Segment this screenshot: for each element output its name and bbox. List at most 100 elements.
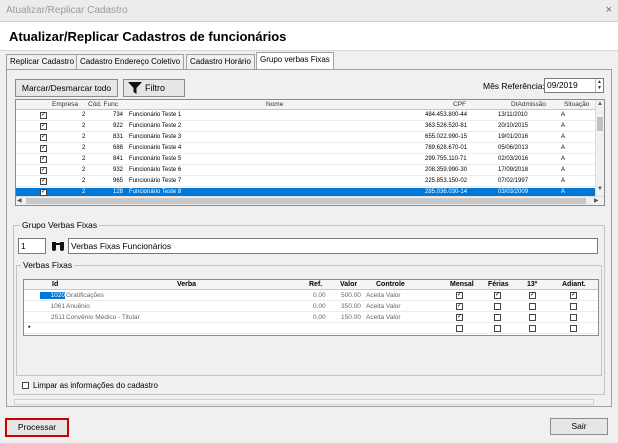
adiant-checkbox[interactable]: ✓ <box>570 292 577 299</box>
table-row[interactable]: ✓ 2 688 Funcionário Teste 4 789.628.670-… <box>16 144 596 154</box>
cell-nome: Funcionário Teste 6 <box>129 167 182 173</box>
cell-empresa: 2 <box>82 178 86 184</box>
adiant-checkbox[interactable] <box>570 314 577 321</box>
grupo-name-field[interactable]: Verbas Fixas Funcionários <box>68 238 598 254</box>
scroll-up-icon[interactable]: ▲ <box>597 101 603 107</box>
table-row[interactable]: ✓ 2 841 Funcionário Teste 5 299.755.110-… <box>16 155 596 165</box>
ferias-checkbox[interactable] <box>494 325 501 332</box>
cell-adm: 05/06/2013 <box>498 145 529 151</box>
cell-sit: A <box>561 189 566 195</box>
table-row[interactable]: ✓ 2 734 Funcionário Teste 1 484.453.800-… <box>16 111 596 121</box>
processar-button[interactable]: Processar <box>5 418 69 437</box>
cell-cpf: 655.022.990-15 <box>425 134 468 140</box>
row-checkbox[interactable]: ✓ <box>40 145 47 152</box>
scroll-down-icon[interactable]: ▼ <box>597 186 603 192</box>
decimo-checkbox[interactable] <box>529 314 536 321</box>
cell-empresa: 2 <box>82 112 86 118</box>
cell-cod: 734 <box>113 112 124 118</box>
mensal-checkbox[interactable]: ✓ <box>456 314 463 321</box>
mes-spinner[interactable]: ▲ ▼ <box>595 79 603 92</box>
verbas-title: Verbas Fixas <box>21 260 75 270</box>
table-row[interactable]: ✓ 2 831 Funcionário Teste 3 655.022.990-… <box>16 133 596 143</box>
row-checkbox[interactable]: ✓ <box>40 123 47 130</box>
decimo-checkbox[interactable]: ✓ <box>529 292 536 299</box>
cell-verba: Anuênio <box>66 303 90 310</box>
verba-row[interactable]: 1020 Gratificações 0.00 500.00 Aceita Va… <box>24 291 598 301</box>
verba-new-row[interactable]: * <box>24 324 598 334</box>
close-icon[interactable]: × <box>606 4 612 16</box>
cell-nome: Funcionário Teste 1 <box>129 112 182 118</box>
cell-ref: 0.00 <box>313 292 326 299</box>
mensal-checkbox[interactable] <box>456 325 463 332</box>
binoculars-icon[interactable] <box>51 240 65 251</box>
col-valor: Valor <box>340 281 358 288</box>
scroll-thumb[interactable] <box>26 198 586 204</box>
row-checkbox[interactable]: ✓ <box>40 189 47 196</box>
ferias-checkbox[interactable] <box>494 314 501 321</box>
cell-cod: 965 <box>113 178 124 184</box>
cell-empresa: 2 <box>82 123 86 129</box>
table-row[interactable]: ✓ 2 965 Funcionário Teste 7 225.853.150-… <box>16 177 596 187</box>
cell-cpf: 299.755.110-71 <box>425 156 467 162</box>
grupo-code-field[interactable]: 1 <box>18 238 46 254</box>
mensal-checkbox[interactable]: ✓ <box>456 303 463 310</box>
col-13: 13º <box>527 281 538 288</box>
row-checkbox[interactable]: ✓ <box>40 167 47 174</box>
col-situacao: Situação <box>564 101 590 108</box>
table-row[interactable]: ✓ 2 932 Funcionário Teste 6 208.359.990-… <box>16 166 596 176</box>
cell-sit: A <box>561 112 566 118</box>
adiant-checkbox[interactable] <box>570 303 577 310</box>
decimo-checkbox[interactable] <box>529 325 536 332</box>
table-row[interactable]: ✓ 2 922 Funcionário Teste 2 363.526.520-… <box>16 122 596 132</box>
new-row-indicator: * <box>28 325 31 332</box>
ferias-checkbox[interactable] <box>494 303 501 310</box>
row-checkbox[interactable]: ✓ <box>40 178 47 185</box>
scroll-right-icon[interactable]: ▶ <box>594 197 599 204</box>
tab-replicar-cadastro[interactable]: Replicar Cadastro <box>6 54 79 70</box>
col-id: Id <box>52 281 59 288</box>
verba-row[interactable]: 2511 Convênio Médico - Titular 0.00 150.… <box>24 313 598 323</box>
limpar-checkbox[interactable] <box>22 382 29 389</box>
verba-row[interactable]: 1061 Anuênio 0.00 350.00 Aceita Valor ✓ <box>24 302 598 312</box>
row-checkbox[interactable]: ✓ <box>40 134 47 141</box>
scroll-thumb[interactable] <box>597 117 603 131</box>
cell-controle: Aceita Valor <box>366 314 401 321</box>
sair-button[interactable]: Sair <box>550 418 608 435</box>
row-checkbox[interactable]: ✓ <box>40 112 47 119</box>
cell-id: 2511 <box>51 314 65 321</box>
col-cpf: CPF <box>453 101 466 108</box>
employees-header: Empresa Cód. Func Nome CPF DtAdmissão Si… <box>16 100 596 110</box>
verbas-grid[interactable]: Id Verba Ref. Valor Controle Mensal Féri… <box>23 279 599 336</box>
mark-all-button[interactable]: Marcar/Desmarcar todo <box>15 79 118 97</box>
cell-empresa: 2 <box>82 156 86 162</box>
mes-referencia-field[interactable]: 09/2019 ▲ ▼ <box>544 78 604 93</box>
cell-adm: 19/01/2016 <box>498 134 529 140</box>
tab-cadastro-endereco-coletivo[interactable]: Cadastro Endereço Coletivo <box>76 54 185 70</box>
col-controle: Controle <box>376 281 405 288</box>
decimo-checkbox[interactable] <box>529 303 536 310</box>
row-checkbox[interactable]: ✓ <box>40 156 47 163</box>
page-header: Atualizar/Replicar Cadastros de funcioná… <box>0 22 618 51</box>
mes-referencia-value: 09/2019 <box>547 80 578 90</box>
mensal-checkbox[interactable]: ✓ <box>456 292 463 299</box>
adiant-checkbox[interactable] <box>570 325 577 332</box>
employees-horizontal-scrollbar[interactable]: ◀ ▶ <box>16 196 604 205</box>
ferias-checkbox[interactable]: ✓ <box>494 292 501 299</box>
tab-cadastro-horario[interactable]: Cadastro Horário <box>186 54 255 70</box>
cell-nome: Funcionário Teste 4 <box>129 145 182 151</box>
col-adiant: Adiant. <box>562 281 586 288</box>
limpar-label: Limpar as informações do cadastro <box>33 381 158 390</box>
employees-grid[interactable]: Empresa Cód. Func Nome CPF DtAdmissão Si… <box>15 99 605 206</box>
cell-adm: 17/09/2018 <box>498 167 529 173</box>
tab-panel: Marcar/Desmarcar todo Filtro Mês Referên… <box>6 69 612 407</box>
cell-sit: A <box>561 134 566 140</box>
scroll-left-icon[interactable]: ◀ <box>17 197 22 204</box>
cell-valor: 150.00 <box>341 314 361 321</box>
cell-adm: 02/03/2016 <box>498 156 529 162</box>
employees-vertical-scrollbar[interactable]: ▲ ▼ <box>595 100 604 196</box>
cell-nome: Funcionário Teste 3 <box>129 134 182 140</box>
filter-button[interactable]: Filtro <box>123 79 185 97</box>
cell-empresa: 2 <box>82 145 86 151</box>
col-dtadmissao: DtAdmissão <box>511 101 547 108</box>
filter-label: Filtro <box>145 83 165 93</box>
